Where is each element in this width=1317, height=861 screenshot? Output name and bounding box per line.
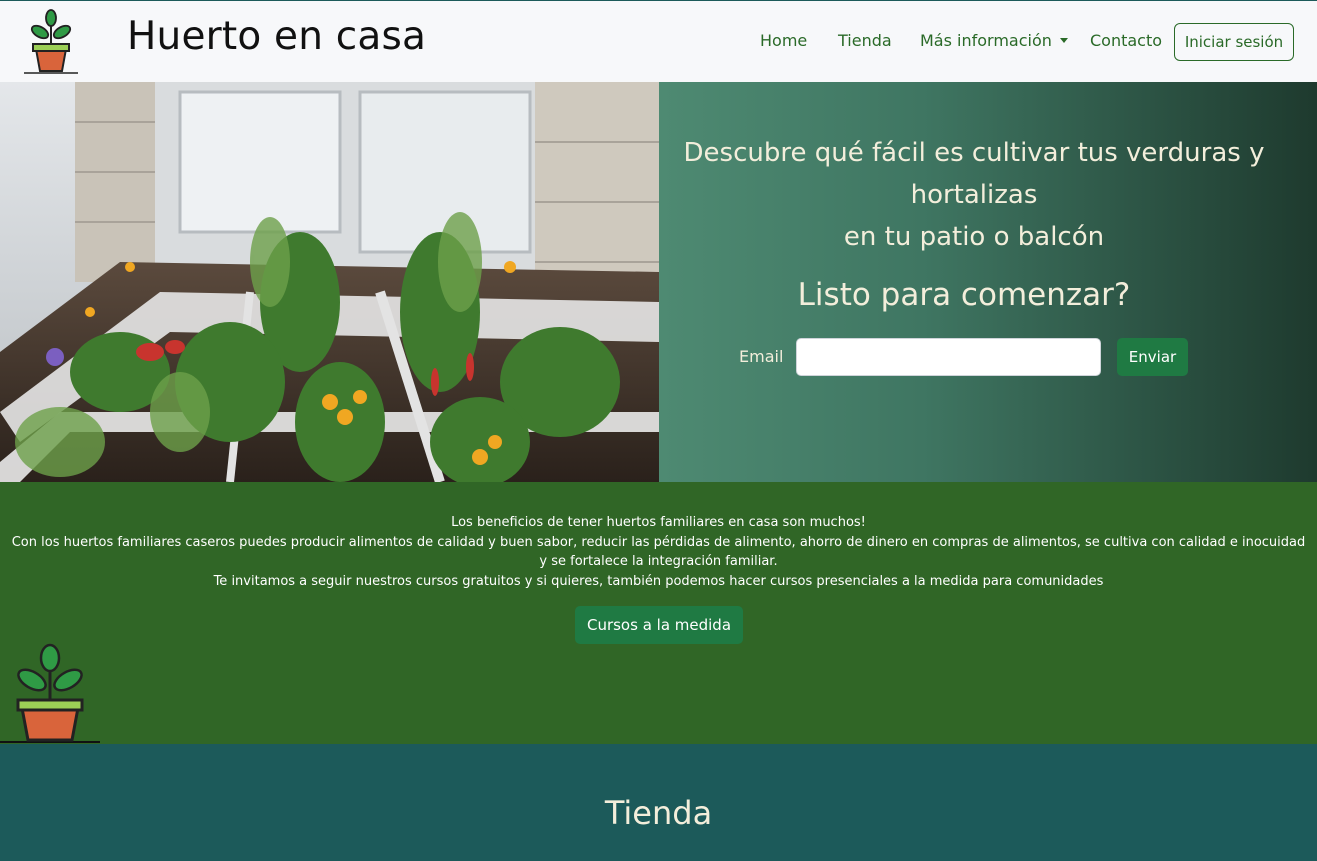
plant-pot-icon[interactable] bbox=[22, 7, 80, 75]
store-section: Tienda bbox=[0, 744, 1317, 861]
nav-more-info-dropdown[interactable]: Más información bbox=[920, 31, 1068, 50]
hero-panel: Descubre qué fácil es cultivar tus verdu… bbox=[659, 82, 1317, 482]
email-input[interactable] bbox=[796, 338, 1101, 376]
email-label: Email bbox=[739, 347, 784, 366]
benefits-section: Los beneficios de tener huertos familiar… bbox=[0, 482, 1317, 744]
hero-garden-image bbox=[0, 82, 659, 482]
hero-headline: Descubre qué fácil es cultivar tus verdu… bbox=[669, 132, 1279, 258]
benefits-line-3: Te invitamos a seguir nuestros cursos gr… bbox=[213, 573, 1104, 589]
nav-contact-link[interactable]: Contacto bbox=[1090, 31, 1162, 50]
nav-store-link[interactable]: Tienda bbox=[838, 31, 892, 50]
nav-home-link[interactable]: Home bbox=[760, 31, 807, 50]
nav-more-info-label: Más información bbox=[920, 31, 1052, 50]
hero-line-2: hortalizas bbox=[910, 180, 1038, 210]
send-button[interactable]: Enviar bbox=[1117, 338, 1188, 376]
caret-down-icon bbox=[1059, 38, 1068, 43]
navbar: Huerto en casa Home Tienda Más informaci… bbox=[0, 1, 1317, 82]
hero-cta-heading: Listo para comenzar? bbox=[797, 277, 1131, 313]
plant-pot-icon bbox=[0, 643, 100, 743]
custom-courses-button[interactable]: Cursos a la medida bbox=[575, 606, 743, 644]
hero-line-1: Descubre qué fácil es cultivar tus verdu… bbox=[683, 138, 1265, 168]
brand-title[interactable]: Huerto en casa bbox=[127, 14, 426, 59]
login-button[interactable]: Iniciar sesión bbox=[1174, 23, 1294, 61]
benefits-line-2: Con los huertos familiares caseros puede… bbox=[11, 534, 1306, 570]
benefits-text: Los beneficios de tener huertos familiar… bbox=[10, 513, 1307, 591]
hero-line-3: en tu patio o balcón bbox=[843, 222, 1105, 252]
store-title: Tienda bbox=[604, 794, 713, 832]
benefits-line-1: Los beneficios de tener huertos familiar… bbox=[451, 515, 866, 530]
